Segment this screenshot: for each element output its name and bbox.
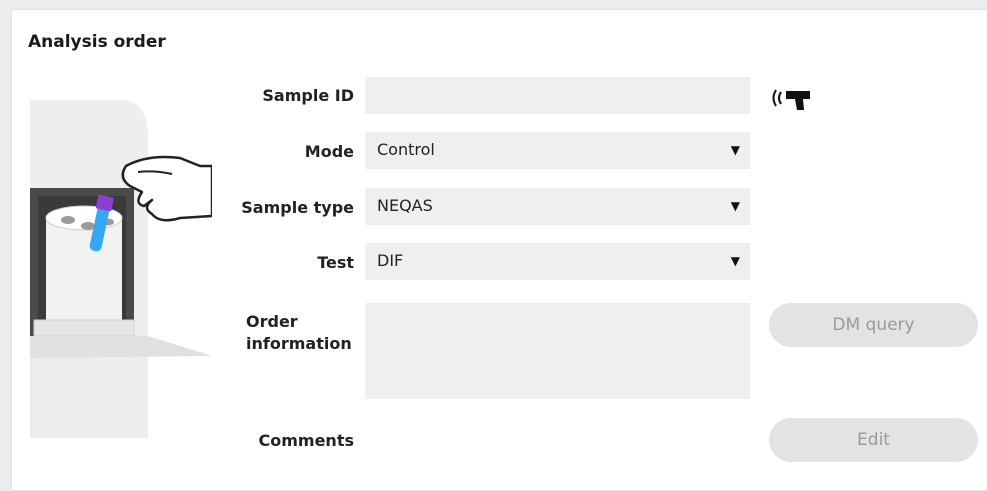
sample-insertion-illustration — [30, 100, 212, 438]
order-information-label: Order information — [246, 311, 352, 355]
comments-label: Comments — [258, 431, 355, 450]
sample-type-select[interactable]: NEQAS ▼ — [365, 188, 750, 225]
dropdown-arrow-icon: ▼ — [730, 254, 740, 268]
dropdown-arrow-icon: ▼ — [730, 199, 740, 213]
panel-title: Analysis order — [28, 32, 166, 52]
test-value: DIF — [377, 251, 404, 270]
test-select[interactable]: DIF ▼ — [365, 243, 750, 280]
mode-value: Control — [377, 140, 435, 159]
sample-type-label: Sample type — [241, 198, 354, 217]
order-information-textarea[interactable] — [365, 303, 750, 399]
edit-button[interactable]: Edit — [769, 418, 978, 462]
test-label: Test — [317, 253, 354, 272]
dm-query-button[interactable]: DM query — [769, 303, 978, 347]
order-information-label-line2: information — [246, 334, 352, 353]
sample-id-label: Sample ID — [262, 86, 354, 105]
sample-id-input[interactable] — [365, 77, 750, 114]
dropdown-arrow-icon: ▼ — [730, 143, 740, 157]
mode-select[interactable]: Control ▼ — [365, 132, 750, 169]
sample-type-value: NEQAS — [377, 196, 433, 215]
order-information-label-line1: Order — [246, 312, 298, 331]
mode-label: Mode — [304, 142, 354, 161]
barcode-scanner-icon[interactable] — [770, 86, 816, 112]
